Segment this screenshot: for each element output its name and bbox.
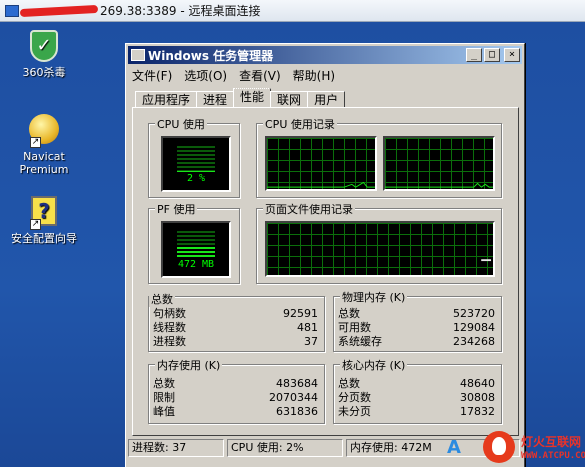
desktop-icon-360[interactable]: ✓ 360杀毒 — [8, 30, 80, 79]
stat-row: 句柄数 92591 — [153, 307, 318, 320]
stat-row: 可用数 129084 — [338, 321, 495, 334]
desktop-icon-label: 安全配置向导 — [11, 232, 77, 245]
cpu-history-graph-core1 — [383, 136, 495, 191]
physical-memory-group: 物理内存 (K) 总数 523720 可用数 129084 系统缓存 234268 — [333, 289, 502, 352]
pf-usage-group: PF 使用 472 MB — [148, 201, 240, 284]
watermark-text: 灯火互联网 — [521, 435, 582, 449]
status-cpu-usage: CPU 使用: 2% — [227, 439, 343, 457]
cpu-usage-value: 2 % — [186, 173, 206, 184]
menu-help[interactable]: 帮助(H) — [293, 67, 335, 84]
desktop-icon-security-wizard[interactable]: ? ↗ 安全配置向导 — [8, 196, 80, 245]
minimize-button[interactable]: _ — [466, 48, 482, 62]
pf-usage-value: 472 MB — [177, 259, 215, 270]
desktop-icon-label: 360杀毒 — [22, 66, 66, 79]
tab-performance[interactable]: 性能 — [233, 88, 272, 108]
desktop-icon-navicat[interactable]: ↗ Navicat Premium — [8, 114, 80, 176]
cpu-history-label: CPU 使用记录 — [263, 116, 337, 132]
stat-row: 总数 483684 — [153, 377, 318, 390]
cpu-usage-label: CPU 使用 — [155, 116, 207, 132]
rdp-titlebar[interactable]: 269.38:3389 - 远程桌面连接 — [0, 0, 585, 22]
status-process-count: 进程数: 37 — [128, 439, 224, 457]
watermark-a-icon: A — [447, 437, 461, 458]
stat-row: 进程数 37 — [153, 335, 318, 348]
totals-label: 总数 — [149, 291, 175, 307]
task-manager-window: Windows 任务管理器 _ □ × 文件(F) 选项(O) 查看(V) 帮助… — [125, 43, 525, 467]
stat-row: 线程数 481 — [153, 321, 318, 334]
commit-charge-group: 内存使用 (K) 总数 483684 限制 2070344 峰值 631836 — [148, 357, 325, 424]
shortcut-arrow-icon: ↗ — [30, 219, 41, 230]
stat-row: 限制 2070344 — [153, 391, 318, 404]
stat-row: 总数 523720 — [338, 307, 495, 320]
cpu-history-group: CPU 使用记录 — [256, 116, 502, 198]
kernel-memory-label: 核心内存 (K) — [340, 357, 408, 373]
commit-charge-label: 内存使用 (K) — [155, 357, 223, 373]
pf-usage-label: PF 使用 — [155, 201, 198, 217]
watermark-url: WWW.ATCPU.COM — [521, 451, 585, 461]
close-button[interactable]: × — [504, 48, 520, 62]
menu-file[interactable]: 文件(F) — [132, 67, 172, 84]
stat-row: 总数 48640 — [338, 377, 495, 390]
pf-history-label: 页面文件使用记录 — [263, 201, 355, 217]
window-title: Windows 任务管理器 — [148, 48, 274, 63]
tab-processes[interactable]: 进程 — [196, 91, 235, 108]
shortcut-arrow-icon: ↗ — [30, 137, 41, 148]
menu-view[interactable]: 查看(V) — [239, 67, 281, 84]
menubar: 文件(F) 选项(O) 查看(V) 帮助(H) — [126, 66, 524, 85]
tab-strip: 应用程序 进程 性能 联网 用户 — [126, 88, 524, 108]
pf-history-group: 页面文件使用记录 — [256, 201, 502, 284]
rdp-title: 269.38:3389 - 远程桌面连接 — [100, 4, 261, 18]
totals-group: 总数 句柄数 92591 线程数 481 进程数 37 — [148, 291, 325, 352]
cpu-usage-meter: 2 % — [161, 136, 231, 192]
flame-icon — [492, 437, 506, 455]
pf-history-graph — [265, 221, 495, 277]
menu-options[interactable]: 选项(O) — [184, 67, 227, 84]
task-manager-icon — [131, 49, 145, 61]
tab-networking[interactable]: 联网 — [270, 91, 309, 108]
maximize-button[interactable]: □ — [484, 48, 500, 62]
stat-row: 峰值 631836 — [153, 405, 318, 418]
stat-row: 未分页 17832 — [338, 405, 495, 418]
physical-memory-label: 物理内存 (K) — [340, 289, 408, 305]
cpu-usage-group: CPU 使用 2 % — [148, 116, 240, 198]
stat-row: 系统缓存 234268 — [338, 335, 495, 348]
kernel-memory-group: 核心内存 (K) 总数 48640 分页数 30808 未分页 17832 — [333, 357, 502, 424]
shield-icon: ✓ — [30, 30, 58, 62]
tab-applications[interactable]: 应用程序 — [135, 91, 198, 108]
task-manager-titlebar[interactable]: Windows 任务管理器 _ □ × — [128, 46, 522, 64]
performance-panel: CPU 使用 2 % CPU 使用记录 PF 使用 472 MB 页面文件使用记… — [132, 107, 519, 436]
cpu-history-graph-core0 — [265, 136, 377, 191]
watermark-logo: A 灯火互联网 WWW.ATCPU.COM — [445, 429, 585, 467]
remote-desktop-icon — [5, 4, 19, 17]
desktop-icon-label: Navicat Premium — [19, 150, 69, 176]
stat-row: 分页数 30808 — [338, 391, 495, 404]
tab-users[interactable]: 用户 — [307, 91, 346, 108]
pf-usage-meter: 472 MB — [161, 221, 231, 278]
redaction-mark — [19, 4, 99, 17]
